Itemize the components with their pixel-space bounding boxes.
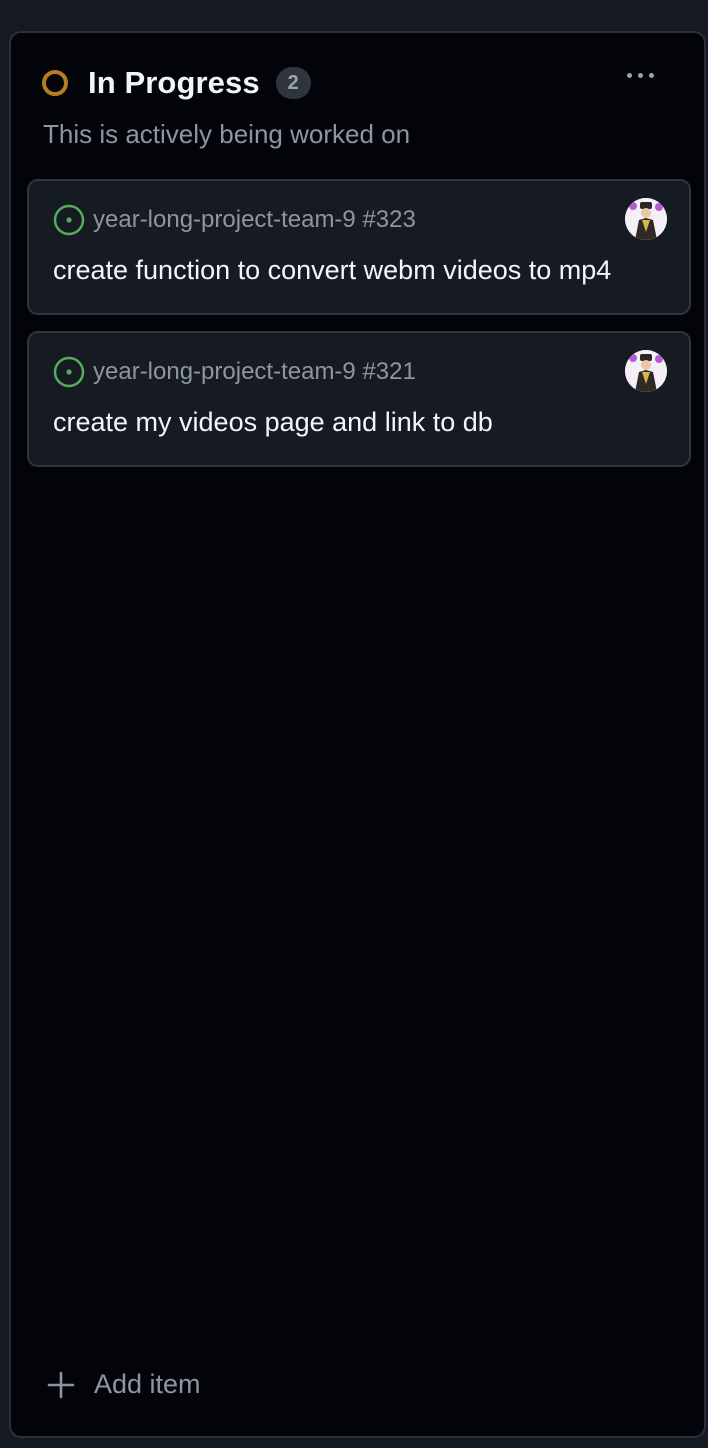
issue-opened-icon — [53, 356, 85, 388]
issue-repo-ref[interactable]: year-long-project-team-9 #323 — [93, 206, 416, 234]
status-circle-icon — [42, 70, 68, 96]
add-item-button[interactable]: Add item — [46, 1369, 201, 1400]
kebab-dot — [648, 72, 654, 78]
issue-card[interactable]: year-long-project-team-9 #323 create fun… — [27, 179, 691, 315]
assignee-avatar[interactable] — [625, 350, 667, 392]
kebab-horizontal-icon — [626, 72, 632, 78]
add-item-label: Add item — [94, 1369, 201, 1399]
plus-icon — [47, 1371, 75, 1398]
issue-repo-ref[interactable]: year-long-project-team-9 #321 — [93, 358, 416, 386]
column-menu-button[interactable] — [620, 61, 660, 89]
kebab-dot — [637, 72, 643, 78]
column-header: In Progress 2 — [42, 65, 311, 101]
column-title: In Progress — [88, 65, 260, 100]
issue-card[interactable]: year-long-project-team-9 #321 create my … — [27, 331, 691, 467]
board-column-in-progress: In Progress 2 This is actively being wor… — [9, 31, 706, 1438]
issue-title[interactable]: create my videos page and link to db — [53, 407, 493, 438]
column-description: This is actively being worked on — [43, 119, 411, 149]
issue-title[interactable]: create function to convert webm videos t… — [53, 255, 611, 286]
item-count-badge: 2 — [275, 67, 311, 99]
card-meta: year-long-project-team-9 #321 — [53, 356, 416, 388]
issue-opened-icon — [53, 204, 85, 236]
card-meta: year-long-project-team-9 #323 — [53, 204, 416, 236]
assignee-avatar[interactable] — [625, 198, 667, 240]
